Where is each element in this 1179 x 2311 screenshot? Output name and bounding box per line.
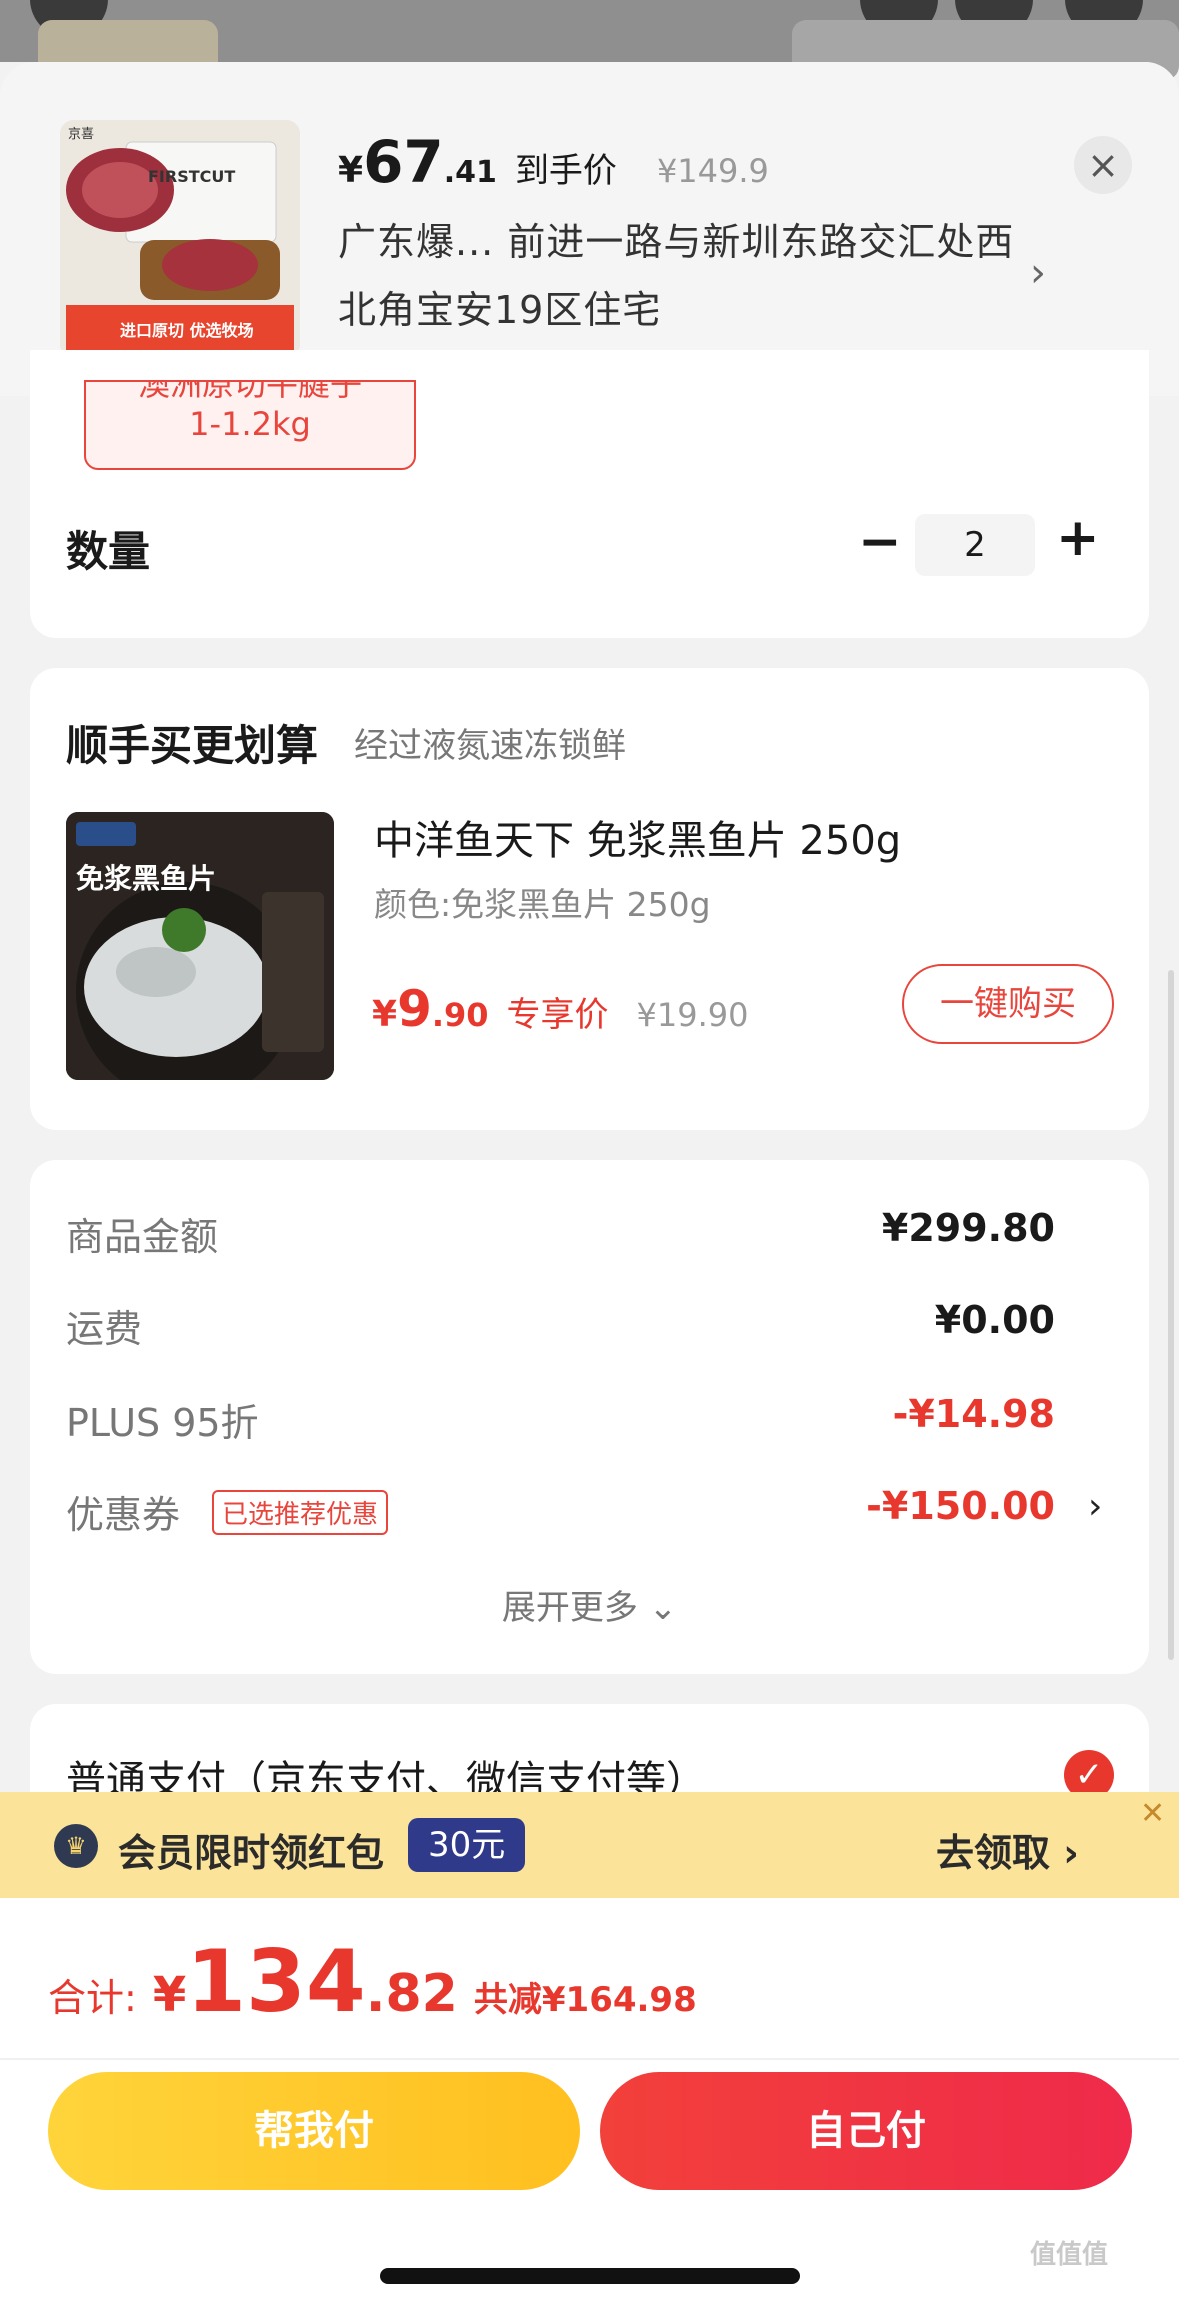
total-integer: 134 <box>186 1932 366 2032</box>
chevron-right-icon[interactable]: › <box>1088 1486 1102 1527</box>
subtotal-label: 商品金额 <box>66 1215 219 1259</box>
thumb-banner-text: 进口原切 优选牧场 <box>120 321 254 340</box>
quantity-input[interactable]: 2 <box>915 514 1035 576</box>
close-button[interactable]: × <box>1074 136 1132 194</box>
addon-price: ¥ 9 .90 专享价 ¥19.90 <box>372 980 749 1038</box>
self-pay-button[interactable]: 自己付 <box>600 2072 1132 2190</box>
chevron-right-icon[interactable]: › <box>1030 250 1046 296</box>
addon-product-color: 颜色:免浆黑鱼片 250g <box>374 885 711 924</box>
price-currency: ¥ <box>338 150 364 191</box>
delivery-address[interactable]: 广东爆... 前进一路与新圳东路交汇处西北角宝安19区住宅 <box>338 208 1018 344</box>
addon-price-int: 9 <box>397 980 432 1038</box>
addon-price-dec: .90 <box>431 996 489 1034</box>
total-saved: 共减¥164.98 <box>473 1980 697 2020</box>
spec-chip-line2: 1-1.2kg <box>189 405 311 443</box>
coupon-label: 优惠券 <box>66 1493 181 1537</box>
scrollbar[interactable] <box>1168 970 1174 1660</box>
subtotal-value: ¥299.80 <box>881 1206 1055 1250</box>
plus-discount-value: -¥14.98 <box>892 1392 1055 1436</box>
underlying-page-strip <box>0 0 1179 80</box>
total-yen: ¥ <box>152 1967 187 2023</box>
thumb-logo-text: 京喜 <box>68 127 94 142</box>
addon-product-image[interactable]: 免浆黑鱼片 <box>66 812 334 1080</box>
addon-title: 顺手买更划算 <box>66 721 319 770</box>
quantity-plus-button[interactable]: + <box>1056 508 1100 568</box>
home-indicator[interactable] <box>380 2268 800 2284</box>
thumb-brand-text: FIRSTCUT <box>148 167 235 186</box>
addon-price-yen: ¥ <box>372 994 398 1035</box>
addon-image-text: 免浆黑鱼片 <box>76 862 216 895</box>
one-click-buy-button[interactable]: 一键购买 <box>902 964 1114 1044</box>
quantity-label: 数量 <box>66 527 151 576</box>
addon-product-name[interactable]: 中洋鱼天下 免浆黑鱼片 250g <box>374 808 901 866</box>
order-total: 合计: ¥ 134 .82 共减¥164.98 <box>48 1932 697 2032</box>
original-price: ¥149.9 <box>656 152 769 190</box>
total-decimal: .82 <box>365 1964 458 2024</box>
product-thumbnail: 京喜 FIRSTCUT 进口原切 优选牧场 <box>60 120 300 358</box>
close-icon: × <box>1087 143 1119 187</box>
quantity-minus-button[interactable]: − <box>858 512 902 572</box>
addon-original-price: ¥19.90 <box>636 996 749 1034</box>
header-price: ¥ 67 .41 到手价 ¥149.9 <box>338 128 769 196</box>
crown-icon: ♛ <box>54 1824 98 1868</box>
addon-price-tag: 专享价 <box>506 995 609 1035</box>
price-decimal: .41 <box>443 155 497 190</box>
member-banner-text: 会员限时领红包 <box>118 1831 385 1875</box>
shipping-value: ¥0.00 <box>934 1298 1055 1342</box>
claim-button[interactable]: 去领取 › <box>936 1822 1079 1877</box>
coupon-value[interactable]: -¥150.00 <box>866 1484 1055 1528</box>
price-integer: 67 <box>363 128 444 196</box>
help-pay-button[interactable]: 帮我付 <box>48 2072 580 2190</box>
total-label: 合计: <box>48 1976 137 2020</box>
coupon-recommended-badge: 已选推荐优惠 <box>212 1490 389 1535</box>
spec-chip-line1: 澳洲原切牛腱子 <box>137 380 362 403</box>
expand-more-button[interactable]: 展开更多 ⌄ <box>0 1580 1179 1629</box>
red-packet-amount-badge: 30元 <box>408 1818 526 1872</box>
spec-option-selected[interactable]: 澳洲原切牛腱子 1-1.2kg <box>84 380 416 470</box>
addon-subtitle: 经过液氮速冻锁鲜 <box>354 726 626 766</box>
divider <box>0 2058 1179 2060</box>
watermark: 值值值 <box>1030 2240 1109 2270</box>
final-price-tag: 到手价 <box>514 151 617 191</box>
shipping-label: 运费 <box>66 1307 143 1351</box>
plus-discount-label: PLUS 95折 <box>66 1401 259 1445</box>
close-icon[interactable]: ✕ <box>1140 1796 1165 1831</box>
